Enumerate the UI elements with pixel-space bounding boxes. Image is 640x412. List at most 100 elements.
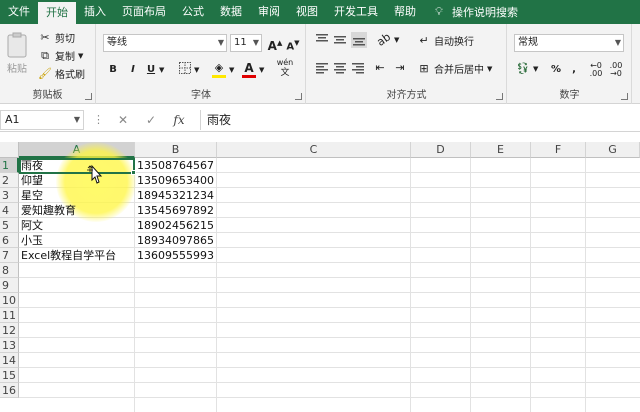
increase-font-size-button[interactable]: A▲	[267, 35, 283, 53]
fill-handle[interactable]	[131, 170, 136, 175]
tab-view[interactable]: 视图	[288, 0, 326, 24]
chevron-down-icon[interactable]: ▼	[194, 66, 199, 74]
fill-color-button[interactable]: ◈	[211, 60, 227, 78]
cell-b1[interactable]: 13508764567	[135, 158, 217, 173]
row-header[interactable]: 15	[0, 368, 19, 383]
column-header-g[interactable]: G	[586, 142, 640, 158]
column-header-e[interactable]: E	[471, 142, 531, 158]
worksheet-grid[interactable]: A B C D E F G 1 2 3 4 5 6 7 8 9 10 11 12…	[0, 142, 640, 412]
row-header[interactable]: 9	[0, 278, 19, 293]
font-launcher-icon[interactable]	[295, 93, 302, 100]
column-header-a[interactable]: A	[19, 142, 135, 158]
cancel-button[interactable]: ✕	[114, 111, 132, 129]
decrease-font-size-button[interactable]: A▼	[285, 35, 301, 52]
cell-b4[interactable]: 13545697892	[135, 203, 217, 218]
tab-help[interactable]: 帮助	[386, 0, 424, 24]
row-header[interactable]: 12	[0, 323, 19, 338]
percent-style-button[interactable]: %	[548, 62, 564, 78]
increase-indent-button[interactable]: ⇥	[393, 61, 407, 75]
row-header[interactable]: 5	[0, 218, 19, 233]
cell-b7[interactable]: 13609555993	[135, 248, 217, 263]
italic-button[interactable]: I	[125, 62, 141, 78]
merge-center-button[interactable]: ⊞ 合并后居中 ▼	[417, 61, 492, 77]
tab-data[interactable]: 数据	[212, 0, 250, 24]
tab-home[interactable]: 开始	[38, 2, 76, 24]
row-header[interactable]: 4	[0, 203, 19, 218]
cell-a5[interactable]: 阿文	[19, 218, 135, 233]
borders-button[interactable]	[177, 62, 193, 78]
format-painter-button[interactable]: 🖌︎ 格式刷	[38, 66, 85, 82]
enter-button[interactable]: ✓	[142, 111, 160, 129]
tell-me-search[interactable]: 💡︎ 操作说明搜索	[424, 0, 518, 24]
formula-input[interactable]: 雨夜	[200, 110, 640, 130]
row-header[interactable]: 7	[0, 248, 19, 263]
row-header[interactable]: 10	[0, 293, 19, 308]
wrap-text-button[interactable]: ↵ 自动换行	[417, 33, 474, 49]
clipboard-launcher-icon[interactable]	[85, 93, 92, 100]
row-header[interactable]: 16	[0, 383, 19, 398]
active-cell-border	[19, 158, 135, 174]
decrease-indent-button[interactable]: ⇤	[373, 61, 387, 75]
orientation-button[interactable]: ab ▼	[374, 30, 399, 49]
number-launcher-icon[interactable]	[621, 93, 628, 100]
cell-b6[interactable]: 18934097865	[135, 233, 217, 248]
tab-file[interactable]: 文件	[0, 0, 38, 24]
cell-a6[interactable]: 小玉	[19, 233, 135, 248]
column-header-d[interactable]: D	[411, 142, 471, 158]
align-right-icon[interactable]	[351, 61, 365, 75]
cell-a3[interactable]: 星空	[19, 188, 135, 203]
clipboard-icon	[7, 32, 27, 58]
cell-a2[interactable]: 仰望	[19, 173, 135, 188]
tab-formulas[interactable]: 公式	[174, 0, 212, 24]
align-top-icon[interactable]	[315, 33, 329, 47]
cell-a7[interactable]: Excel教程自学平台	[19, 248, 135, 263]
phonetic-guide-button[interactable]: wén 文	[274, 58, 296, 78]
tab-review[interactable]: 审阅	[250, 0, 288, 24]
column-header-f[interactable]: F	[531, 142, 586, 158]
cell-a4[interactable]: 爱知趣教育	[19, 203, 135, 218]
underline-button[interactable]: U	[143, 62, 159, 78]
number-format-value: 常规	[518, 37, 538, 48]
align-left-icon[interactable]	[315, 61, 329, 75]
insert-function-button[interactable]: fx	[170, 111, 188, 129]
align-bottom-icon[interactable]	[351, 32, 367, 48]
format-painter-label: 格式刷	[55, 70, 85, 81]
row-header[interactable]: 2	[0, 173, 19, 188]
row-header[interactable]: 11	[0, 308, 19, 323]
row-header[interactable]: 14	[0, 353, 19, 368]
font-color-button[interactable]: A	[241, 60, 257, 78]
column-header-c[interactable]: C	[217, 142, 411, 158]
chevron-down-icon[interactable]: ▼	[259, 66, 264, 74]
tab-page-layout[interactable]: 页面布局	[114, 0, 174, 24]
align-center-icon[interactable]	[333, 61, 347, 75]
select-all-button[interactable]	[0, 142, 19, 158]
copy-button[interactable]: ⧉ 复制 ▼	[38, 48, 83, 64]
row-header[interactable]: 8	[0, 263, 19, 278]
increase-decimal-button[interactable]: ←0.00	[588, 62, 604, 78]
bold-button[interactable]: B	[105, 62, 121, 78]
cell-b3[interactable]: 18945321234	[135, 188, 217, 203]
font-size-select[interactable]: 11 ▼	[230, 34, 262, 52]
row-header[interactable]: 3	[0, 188, 19, 203]
cell-b5[interactable]: 18902456215	[135, 218, 217, 233]
row-header[interactable]: 1	[0, 158, 19, 173]
fill-color-swatch	[212, 75, 226, 78]
accounting-format-button[interactable]: 💱︎ ▼	[516, 62, 538, 76]
chevron-down-icon[interactable]: ▼	[159, 66, 164, 74]
align-middle-icon[interactable]	[333, 33, 347, 47]
number-format-select[interactable]: 常规 ▼	[514, 34, 624, 52]
paste-button[interactable]: 粘贴	[6, 32, 28, 75]
tab-developer[interactable]: 开发工具	[326, 0, 386, 24]
decrease-decimal-button[interactable]: .00 →0	[608, 62, 624, 78]
alignment-launcher-icon[interactable]	[496, 93, 503, 100]
row-header[interactable]: 6	[0, 233, 19, 248]
cell-b2[interactable]: 13509653400	[135, 173, 217, 188]
column-header-b[interactable]: B	[135, 142, 217, 158]
chevron-down-icon[interactable]: ▼	[229, 66, 234, 74]
name-box[interactable]: A1 ▼	[0, 110, 84, 130]
font-name-select[interactable]: 等线 ▼	[103, 34, 227, 52]
tab-insert[interactable]: 插入	[76, 0, 114, 24]
row-header[interactable]: 13	[0, 338, 19, 353]
cut-button[interactable]: ✂ 剪切	[38, 30, 75, 46]
comma-style-button[interactable]: ,	[566, 62, 582, 78]
